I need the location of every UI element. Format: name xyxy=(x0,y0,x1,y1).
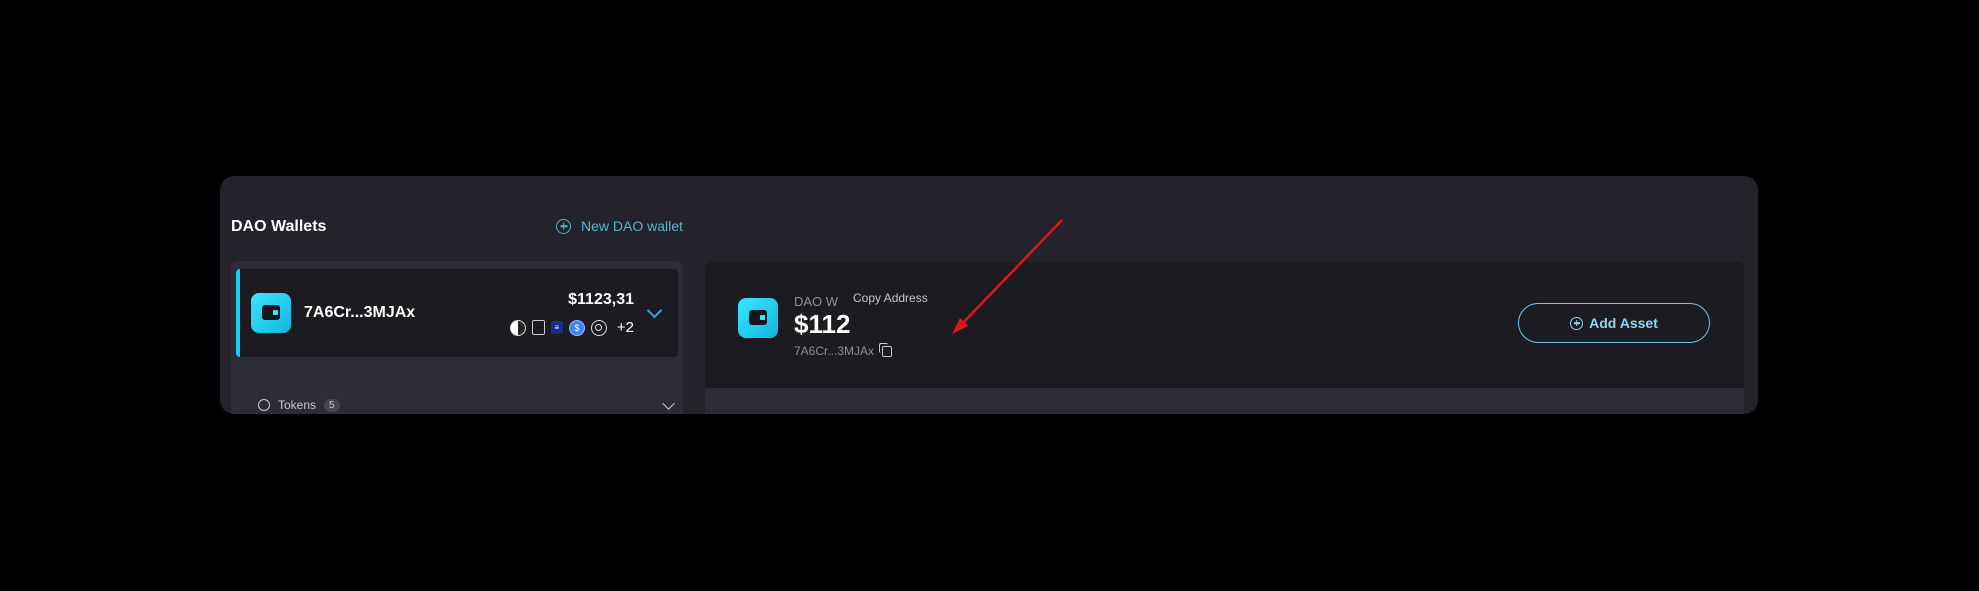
tokens-label: Tokens xyxy=(278,398,317,412)
copy-address-tooltip: Copy Address xyxy=(853,288,1008,308)
add-asset-label: Add Asset xyxy=(1589,315,1658,331)
wallet-address: 7A6Cr...3MJAx xyxy=(304,304,416,321)
plus-circle-icon xyxy=(1570,316,1584,330)
token-icon xyxy=(258,399,270,411)
wallet-card[interactable]: 7A6Cr...3MJAx $1123,31 ≡ $ +2 xyxy=(236,269,678,357)
wallet-icon xyxy=(251,293,291,333)
wallet-icon xyxy=(738,298,778,338)
wallet-address: 7A6Cr...3MJAx xyxy=(794,344,875,358)
chevron-down-icon[interactable] xyxy=(662,397,675,410)
ring-icon xyxy=(590,319,607,336)
building-icon xyxy=(531,320,545,335)
wallet-list: 7A6Cr...3MJAx $1123,31 ≡ $ +2 Tokens 5 xyxy=(231,261,683,414)
half-circle-icon xyxy=(509,319,526,336)
tokens-count-badge: 5 xyxy=(324,398,340,412)
dao-wallet-label: DAO W xyxy=(794,294,839,309)
copy-icon[interactable] xyxy=(879,342,893,357)
add-asset-button[interactable]: Add Asset xyxy=(1518,303,1710,343)
tokens-section-toggle[interactable]: Tokens 5 xyxy=(258,398,340,412)
new-dao-wallet-button[interactable]: New DAO wallet xyxy=(556,218,683,234)
wallet-total-value: $112 xyxy=(794,309,851,339)
new-dao-wallet-label: New DAO wallet xyxy=(581,218,683,234)
stacked-lines-icon: ≡ xyxy=(550,321,563,334)
dao-wallets-panel: DAO Wallets New DAO wallet 7A6Cr...3MJAx… xyxy=(220,176,1758,414)
wallet-detail: DAO W $112 Copy Address 7A6Cr...3MJAx Ad… xyxy=(705,262,1744,388)
chevron-down-icon[interactable] xyxy=(646,302,663,319)
wallet-value: $1123,31 xyxy=(568,291,634,308)
detail-footer xyxy=(705,388,1744,414)
more-tokens-count: +2 xyxy=(616,319,634,336)
address-row: 7A6Cr...3MJAx xyxy=(794,342,893,358)
page-title: DAO Wallets xyxy=(231,218,327,235)
token-icons-row: ≡ $ +2 xyxy=(509,319,634,336)
usdc-icon: $ xyxy=(568,319,585,336)
plus-circle-icon xyxy=(556,218,571,234)
